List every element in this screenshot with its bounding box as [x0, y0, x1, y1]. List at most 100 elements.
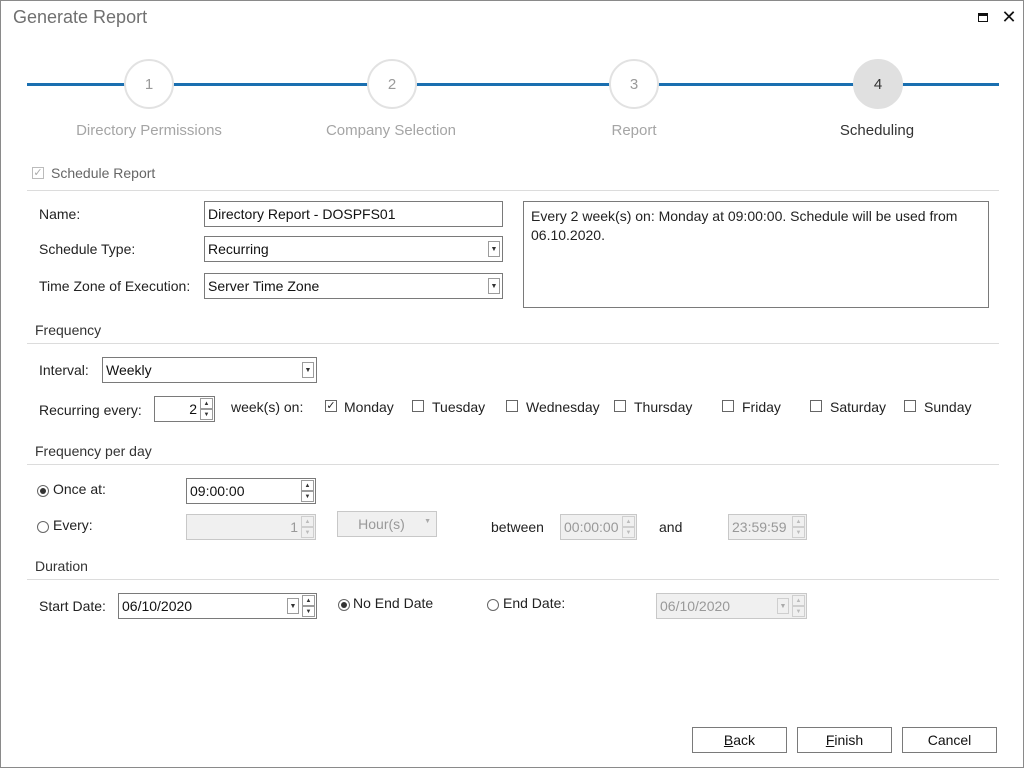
- schedule-report-checkbox[interactable]: ✓: [32, 167, 44, 179]
- duration-section-title: Duration: [35, 558, 88, 574]
- tuesday-checkbox[interactable]: [412, 400, 424, 412]
- radio-selected-dot: [341, 602, 347, 608]
- name-input[interactable]: Directory Report - DOSPFS01: [204, 201, 503, 227]
- sunday-label: Sunday: [924, 399, 972, 415]
- wednesday-checkbox[interactable]: [506, 400, 518, 412]
- divider: [27, 464, 999, 465]
- once-at-time-input[interactable]: 09:00:00 ▲ ▼: [186, 478, 316, 504]
- interval-value: Weekly: [106, 362, 152, 378]
- step-1-circle: 1: [124, 59, 174, 109]
- recurring-every-label: Recurring every:: [39, 402, 142, 418]
- step-4-label: Scheduling: [839, 122, 915, 139]
- no-end-date-radio[interactable]: [338, 599, 350, 611]
- every-unit-value: Hour(s): [358, 516, 405, 532]
- spinner-arrows-icon[interactable]: ▲ ▼: [792, 595, 805, 617]
- monday-checkbox[interactable]: ✓: [325, 400, 337, 412]
- step-3-label: Report: [611, 122, 657, 139]
- and-label: and: [659, 519, 683, 535]
- friday-checkbox[interactable]: [722, 400, 734, 412]
- every-value: 1: [290, 519, 298, 535]
- once-at-radio[interactable]: [37, 485, 49, 497]
- friday-label: Friday: [742, 399, 781, 415]
- between-end-value: 23:59:59: [732, 519, 787, 535]
- chevron-down-icon[interactable]: ▼: [488, 278, 500, 294]
- divider: [27, 343, 999, 344]
- finish-button[interactable]: Finish: [797, 727, 892, 753]
- schedule-report-label: Schedule Report: [51, 165, 156, 181]
- schedule-type-label: Schedule Type:: [39, 241, 136, 257]
- between-start-value: 00:00:00: [564, 519, 619, 535]
- frequency-section-title: Frequency: [35, 322, 102, 338]
- end-date-value: 06/10/2020: [660, 598, 731, 614]
- radio-selected-dot: [40, 488, 46, 494]
- schedule-summary: Every 2 week(s) on: Monday at 09:00:00. …: [523, 201, 989, 308]
- saturday-label: Saturday: [830, 399, 887, 415]
- once-at-value: 09:00:00: [190, 483, 245, 499]
- schedule-type-value: Recurring: [208, 241, 269, 257]
- name-input-value: Directory Report - DOSPFS01: [208, 206, 396, 222]
- thursday-checkbox[interactable]: [614, 400, 626, 412]
- step-4-circle: 4: [853, 59, 903, 109]
- start-date-value: 06/10/2020: [122, 598, 193, 614]
- every-label: Every:: [53, 517, 93, 533]
- end-date-picker[interactable]: 06/10/2020 ▼ ▲ ▼: [656, 593, 807, 619]
- thursday-label: Thursday: [634, 399, 693, 415]
- between-end-time[interactable]: 23:59:59 ▲ ▼: [728, 514, 807, 540]
- monday-label: Monday: [344, 399, 394, 415]
- every-radio[interactable]: [37, 521, 49, 533]
- start-date-picker[interactable]: 06/10/2020 ▼ ▲ ▼: [118, 593, 317, 619]
- divider: [27, 190, 999, 191]
- spinner-arrows-icon[interactable]: ▲ ▼: [200, 398, 213, 420]
- maximize-icon: [978, 12, 988, 22]
- end-date-radio[interactable]: [487, 599, 499, 611]
- between-start-time[interactable]: 00:00:00 ▲ ▼: [560, 514, 637, 540]
- timezone-label: Time Zone of Execution:: [39, 278, 191, 294]
- checkmark-icon: ✓: [33, 166, 43, 179]
- every-unit-select[interactable]: Hour(s) ▼: [337, 511, 437, 537]
- finish-mnemonic: F: [825, 732, 835, 748]
- back-button[interactable]: Back: [692, 727, 787, 753]
- sunday-checkbox[interactable]: [904, 400, 916, 412]
- schedule-type-select[interactable]: Recurring ▼: [204, 236, 503, 262]
- step-2-label: Company Selection: [325, 122, 457, 139]
- step-1-label: Directory Permissions: [76, 122, 222, 139]
- chevron-down-icon: ▼: [424, 518, 431, 525]
- interval-label: Interval:: [39, 362, 89, 378]
- close-button[interactable]: ✕: [999, 7, 1019, 27]
- weeks-on-label: week(s) on:: [231, 399, 304, 415]
- wednesday-label: Wednesday: [526, 399, 600, 415]
- recurring-every-stepper[interactable]: 2 ▲ ▼: [154, 396, 215, 422]
- spinner-arrows-icon[interactable]: ▲ ▼: [622, 516, 635, 538]
- chevron-down-icon[interactable]: ▼: [302, 362, 314, 378]
- calendar-dropdown-icon[interactable]: ▼: [777, 598, 789, 614]
- cancel-button[interactable]: Cancel: [902, 727, 997, 753]
- between-label: between: [491, 519, 544, 535]
- maximize-button[interactable]: [973, 7, 993, 27]
- divider: [27, 579, 999, 580]
- chevron-down-icon[interactable]: ▼: [488, 241, 500, 257]
- saturday-checkbox[interactable]: [810, 400, 822, 412]
- interval-select[interactable]: Weekly ▼: [102, 357, 317, 383]
- no-end-date-label: No End Date: [353, 595, 434, 611]
- frequency-per-day-title: Frequency per day: [35, 443, 152, 459]
- name-label: Name:: [39, 206, 81, 222]
- step-3-circle: 3: [609, 59, 659, 109]
- spinner-arrows-icon[interactable]: ▲ ▼: [792, 516, 805, 538]
- spinner-arrows-icon[interactable]: ▲ ▼: [302, 595, 315, 617]
- timezone-select[interactable]: Server Time Zone ▼: [204, 273, 503, 299]
- finish-label: inish: [834, 732, 864, 748]
- timezone-value: Server Time Zone: [208, 278, 320, 294]
- checkmark-icon: ✓: [326, 399, 336, 412]
- generate-report-window: Generate Report ✕ 1 2 3 4 Directory Perm…: [0, 0, 1024, 768]
- once-at-label: Once at:: [53, 481, 106, 497]
- calendar-dropdown-icon[interactable]: ▼: [287, 598, 299, 614]
- tuesday-label: Tuesday: [432, 399, 486, 415]
- spinner-arrows-icon[interactable]: ▲ ▼: [301, 516, 314, 538]
- window-title: Generate Report: [13, 7, 148, 27]
- recurring-every-value: 2: [189, 401, 197, 417]
- end-date-label: End Date:: [503, 595, 566, 611]
- every-value-stepper[interactable]: 1 ▲ ▼: [186, 514, 316, 540]
- back-label: ack: [733, 732, 756, 748]
- spinner-arrows-icon[interactable]: ▲ ▼: [301, 480, 314, 502]
- back-mnemonic: B: [723, 732, 734, 748]
